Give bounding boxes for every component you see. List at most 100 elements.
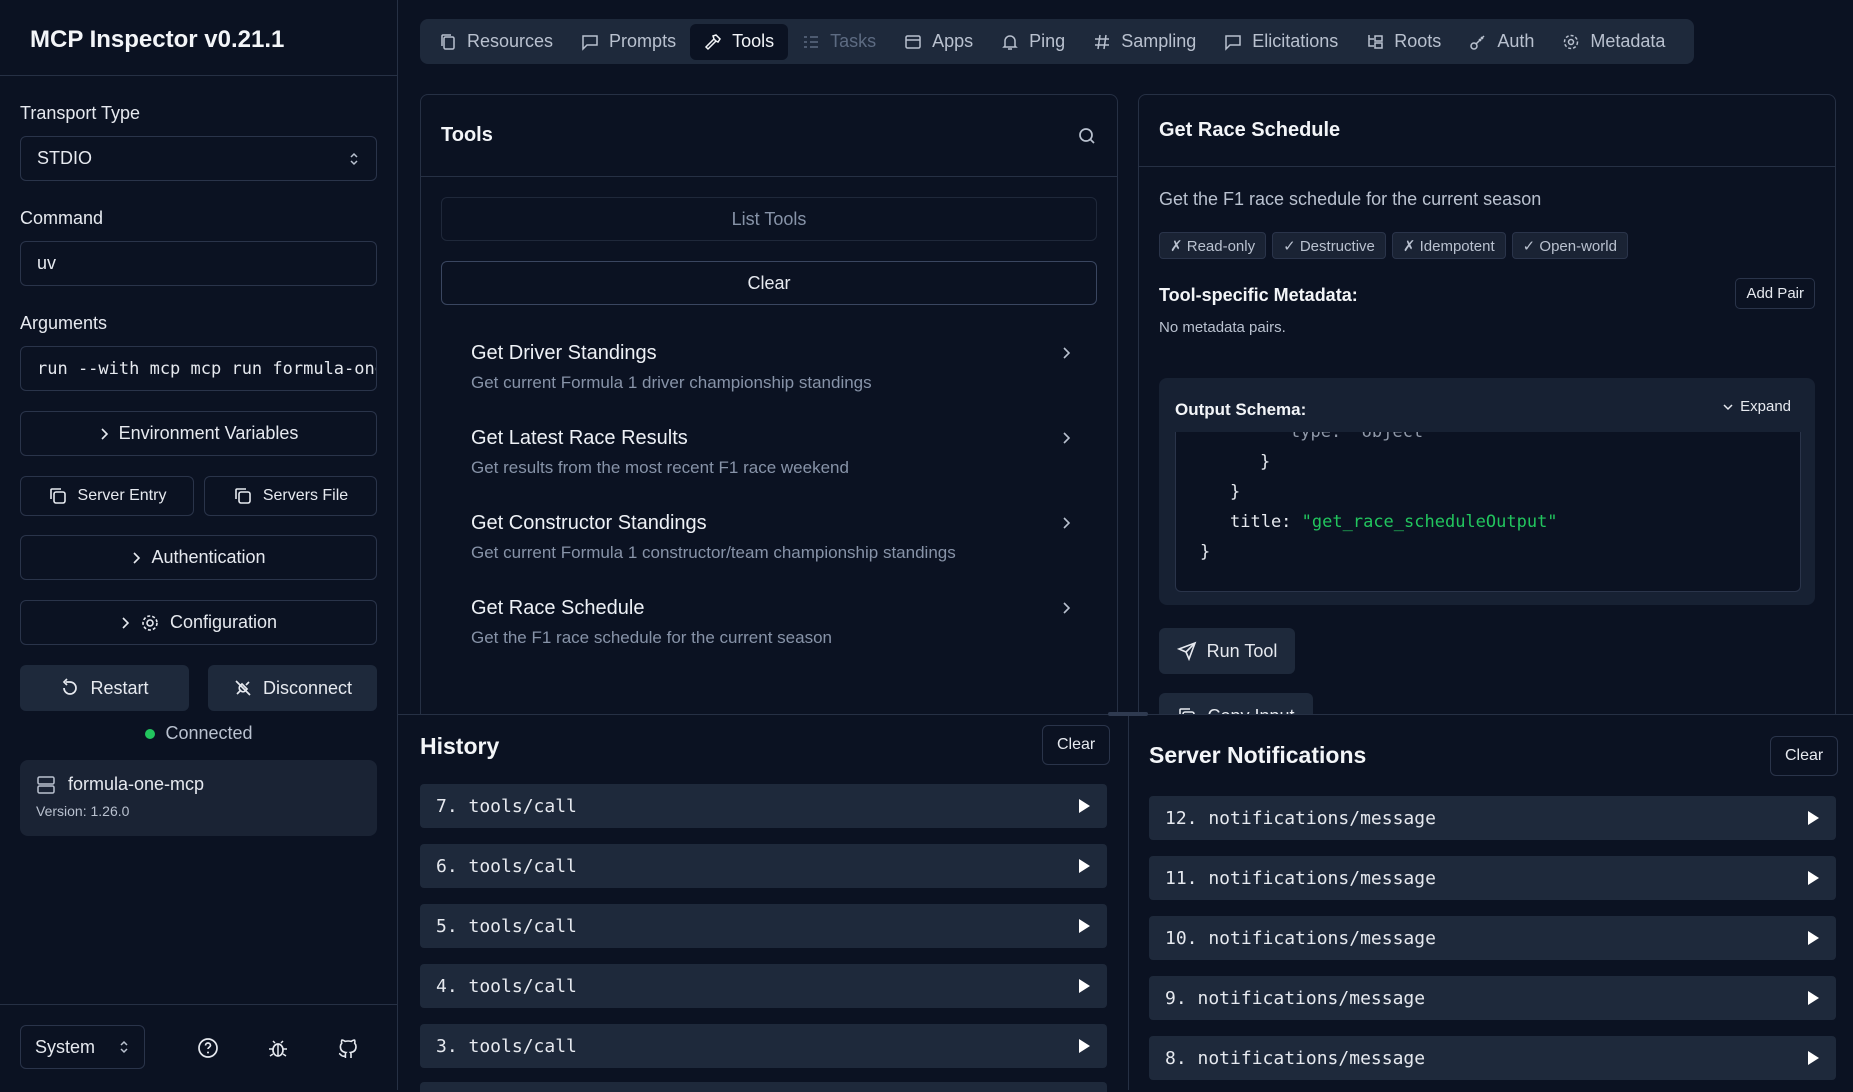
tab-metadata[interactable]: Metadata xyxy=(1548,24,1679,60)
github-icon[interactable] xyxy=(337,1037,359,1059)
tool-name: Get Constructor Standings xyxy=(471,512,707,534)
chevron-down-icon xyxy=(1722,402,1734,412)
tab-auth[interactable]: Auth xyxy=(1455,24,1548,60)
notification-row[interactable]: 10. notifications/message xyxy=(1149,916,1836,960)
tool-description: Get current Formula 1 driver championshi… xyxy=(471,373,872,392)
history-row-label: 3. tools/call xyxy=(436,1035,577,1057)
arguments-input[interactable]: run --with mcp mcp run formula-one xyxy=(20,346,377,391)
badge-idempotent: ✗ Idempotent xyxy=(1391,232,1506,259)
command-input[interactable]: uv xyxy=(20,241,377,286)
tab-label: Auth xyxy=(1497,31,1535,51)
history-row[interactable]: 7. tools/call xyxy=(420,784,1107,828)
clear-tools-button[interactable]: Clear xyxy=(441,261,1097,305)
rotate-ccw-icon xyxy=(60,678,80,698)
history-row-label: 5. tools/call xyxy=(436,915,577,937)
theme-value: System xyxy=(35,1036,96,1057)
play-icon xyxy=(1077,1038,1091,1054)
resize-handle[interactable] xyxy=(1108,712,1148,716)
history-row-label: 6. tools/call xyxy=(436,855,577,877)
help-icon[interactable] xyxy=(197,1037,219,1059)
notification-row-label: 12. notifications/message xyxy=(1165,807,1436,829)
tab-ping[interactable]: Ping xyxy=(987,24,1079,60)
copy-icon xyxy=(233,486,253,506)
code-line: } xyxy=(1260,452,1271,472)
expand-button[interactable]: Expand xyxy=(1722,398,1791,415)
history-title: History xyxy=(420,733,500,759)
notification-row[interactable]: 9. notifications/message xyxy=(1149,976,1836,1020)
tool-item[interactable]: Get Race Schedule Get the F1 race schedu… xyxy=(471,597,1071,648)
tab-label: Tasks xyxy=(830,31,877,51)
message-icon xyxy=(1224,33,1242,51)
hash-icon xyxy=(1093,33,1111,51)
tab-prompts[interactable]: Prompts xyxy=(567,24,690,60)
tab-tasks[interactable]: Tasks xyxy=(788,24,890,60)
code-line: } xyxy=(1200,542,1211,562)
server-name-row: formula-one-mcp xyxy=(36,774,361,795)
sidebar-header: MCP Inspector v0.21.1 xyxy=(0,0,397,76)
add-pair-button[interactable]: Add Pair xyxy=(1735,278,1815,309)
tab-apps[interactable]: Apps xyxy=(890,24,987,60)
restart-button[interactable]: Restart xyxy=(20,665,189,711)
environment-variables-button[interactable]: Environment Variables xyxy=(20,411,377,456)
tool-item[interactable]: Get Constructor Standings Get current Fo… xyxy=(471,512,1071,563)
tab-tools[interactable]: Tools xyxy=(690,23,789,60)
servers-file-label: Servers File xyxy=(262,487,349,504)
configuration-label: Configuration xyxy=(169,612,278,632)
disconnect-button[interactable]: Disconnect xyxy=(208,665,377,711)
history-row[interactable]: 4. tools/call xyxy=(420,964,1107,1008)
tab-label: Ping xyxy=(1029,31,1066,51)
tool-item[interactable]: Get Latest Race Results Get results from… xyxy=(471,427,1071,478)
tab-label: Sampling xyxy=(1121,31,1197,51)
history-row[interactable]: 3. tools/call xyxy=(420,1024,1107,1068)
run-tool-button[interactable]: Run Tool xyxy=(1159,628,1295,674)
server-notifications-title: Server Notifications xyxy=(1149,742,1367,768)
notification-row[interactable]: 8. notifications/message xyxy=(1149,1036,1836,1080)
history-row[interactable]: 5. tools/call xyxy=(420,904,1107,948)
output-schema-code: type: "object" } } title: "get_race_sche… xyxy=(1175,432,1801,592)
status-dot xyxy=(145,728,156,739)
authentication-button[interactable]: Authentication xyxy=(20,535,377,580)
history-row-partial xyxy=(420,1082,1107,1092)
badge-destructive: ✓ Destructive xyxy=(1272,232,1386,259)
run-tool-label: Run Tool xyxy=(1206,640,1278,661)
tool-name: Get Race Schedule xyxy=(471,597,645,619)
connection-status: Connected xyxy=(0,723,398,744)
clear-notifications-button[interactable]: Clear xyxy=(1770,736,1839,776)
tab-sampling[interactable]: Sampling xyxy=(1079,24,1210,60)
code-line: title: "get_race_scheduleOutput" xyxy=(1230,512,1558,532)
tool-detail-panel: Get Race Schedule Get the F1 race schedu… xyxy=(1138,94,1836,734)
panel-divider-vertical xyxy=(1128,714,1129,1090)
transport-type-select[interactable]: STDIO xyxy=(20,136,377,181)
code-line: } xyxy=(1230,482,1241,502)
chevron-right-icon xyxy=(1061,431,1071,445)
server-entry-button[interactable]: Server Entry xyxy=(20,476,194,516)
theme-select[interactable]: System xyxy=(20,1025,145,1069)
chevron-right-icon xyxy=(131,551,141,565)
search-icon[interactable] xyxy=(1077,126,1097,146)
play-icon xyxy=(1077,798,1091,814)
files-icon xyxy=(439,33,457,51)
tab-resources[interactable]: Resources xyxy=(425,24,567,60)
tab-roots[interactable]: Roots xyxy=(1352,24,1455,60)
history-row[interactable]: 6. tools/call xyxy=(420,844,1107,888)
notification-row[interactable]: 11. notifications/message xyxy=(1149,856,1836,900)
bug-icon[interactable] xyxy=(267,1037,289,1059)
metadata-label: Tool-specific Metadata: xyxy=(1159,285,1358,305)
tab-label: Tools xyxy=(732,31,775,51)
unplug-icon xyxy=(233,678,253,698)
disconnect-label: Disconnect xyxy=(262,677,353,698)
notification-row-label: 8. notifications/message xyxy=(1165,1047,1426,1069)
configuration-button[interactable]: Configuration xyxy=(20,600,377,645)
list-icon xyxy=(802,33,820,51)
notification-row[interactable]: 12. notifications/message xyxy=(1149,796,1836,840)
command-label: Command xyxy=(20,208,104,228)
play-icon xyxy=(1077,978,1091,994)
tab-elicitations[interactable]: Elicitations xyxy=(1210,24,1352,60)
transport-type-value: STDIO xyxy=(37,148,93,168)
clear-history-button[interactable]: Clear xyxy=(1042,725,1111,765)
notification-row-label: 10. notifications/message xyxy=(1165,927,1436,949)
arguments-label: Arguments xyxy=(20,313,108,333)
list-tools-button[interactable]: List Tools xyxy=(441,197,1097,241)
tool-item[interactable]: Get Driver Standings Get current Formula… xyxy=(471,342,1071,393)
servers-file-button[interactable]: Servers File xyxy=(204,476,377,516)
